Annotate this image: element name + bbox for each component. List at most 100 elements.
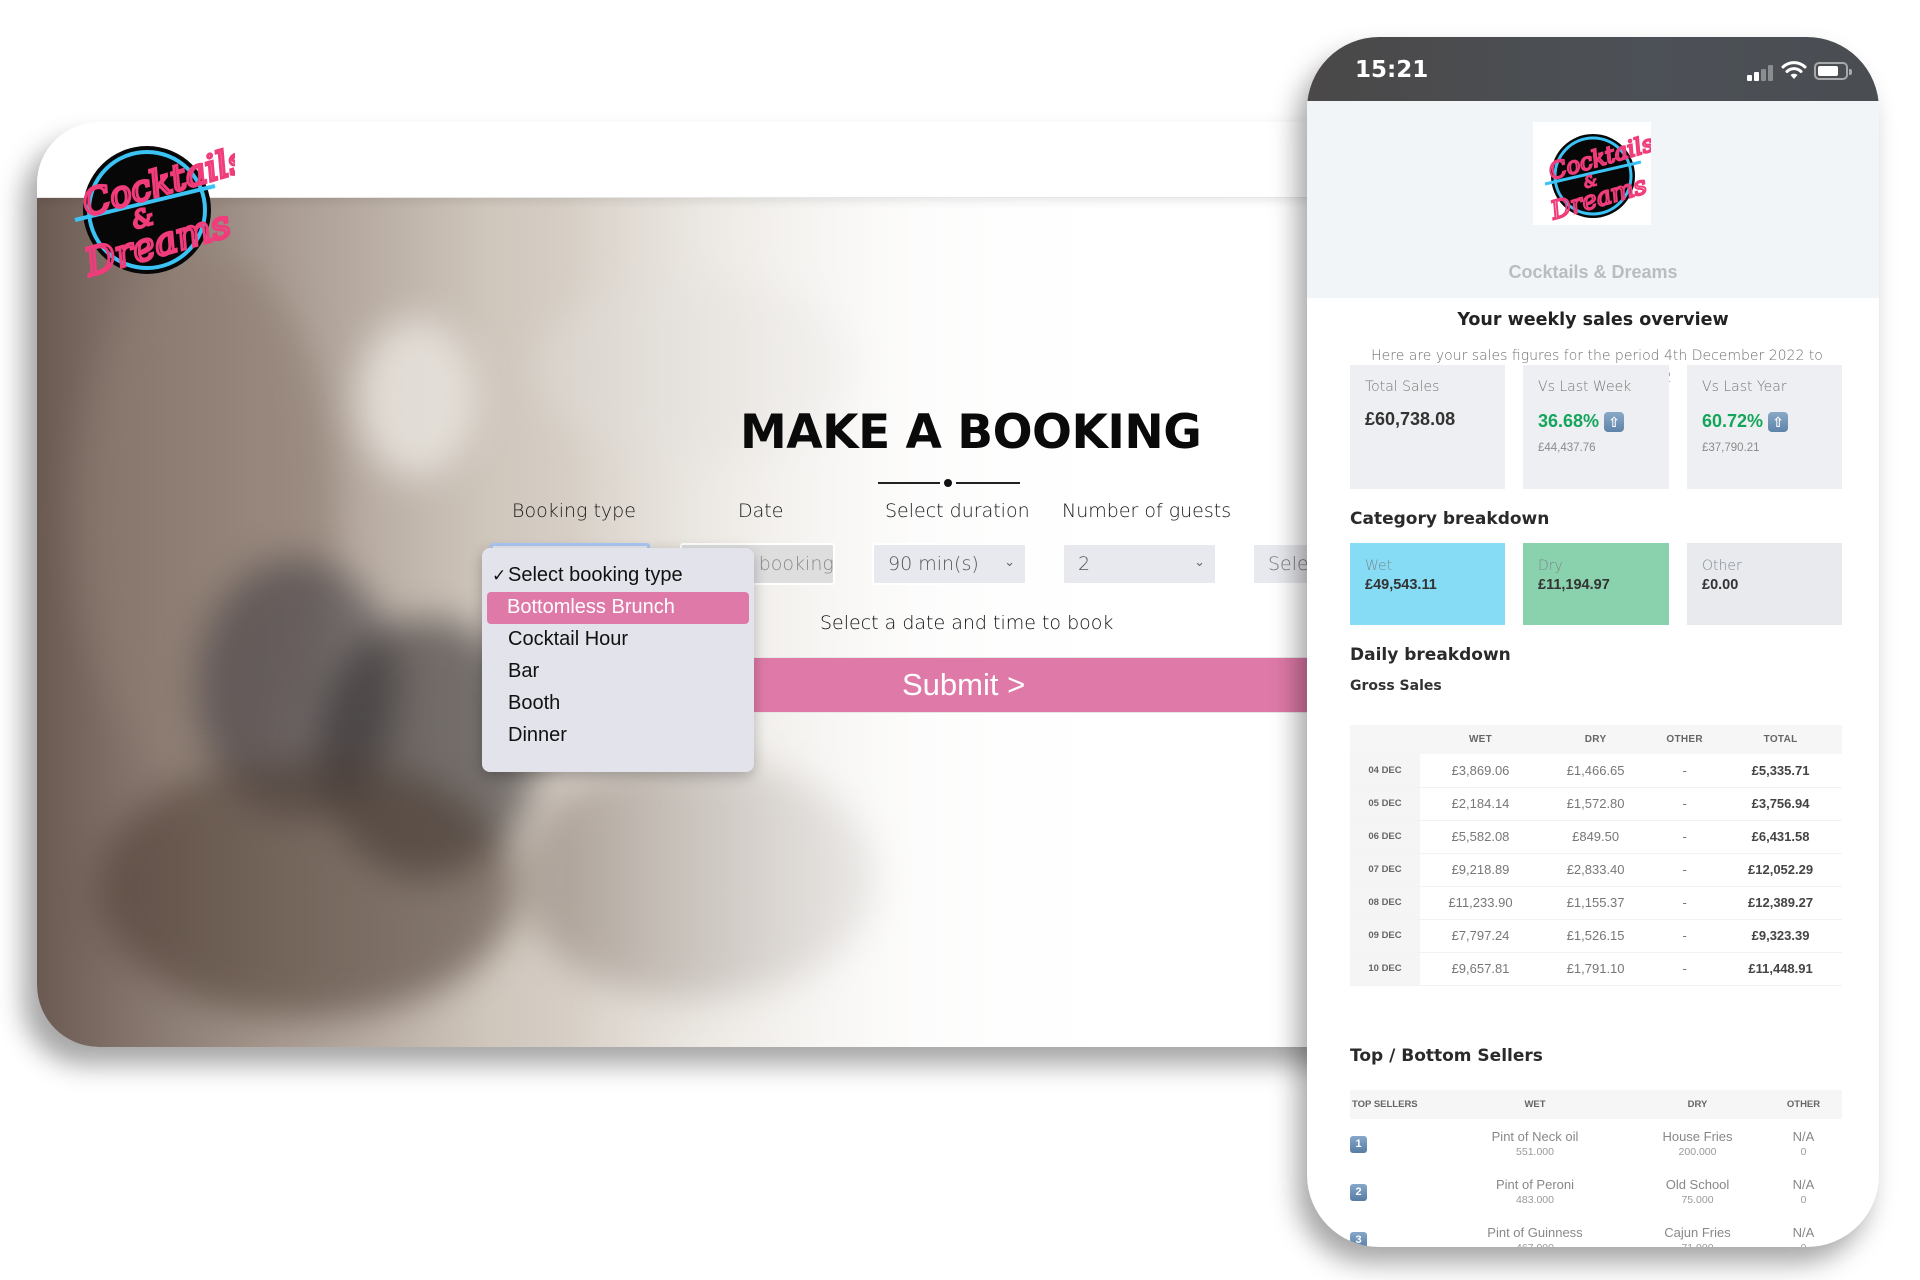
dropdown-option[interactable]: Booth (482, 688, 754, 720)
cell-other: N/A0 (1765, 1215, 1842, 1248)
cell-other: N/A0 (1765, 1167, 1842, 1215)
table-row: 06 DEC £5,582.08 £849.50- £6,431.58 (1350, 820, 1842, 854)
dropdown-option[interactable]: ✓Select booking type (482, 560, 754, 592)
submit-label: Submit > (902, 667, 1026, 702)
guests-select[interactable]: 2 ⌄ (1062, 543, 1217, 585)
dropdown-option[interactable]: Bar (482, 656, 754, 688)
cell-other: - (1650, 787, 1720, 821)
category-other: Other £0.00 (1687, 543, 1842, 625)
booking-type-dropdown[interactable]: ✓Select booking type Bottomless Brunch C… (482, 548, 754, 772)
row-date: 08 DEC (1350, 886, 1420, 920)
item-name: Pint of Neck oil (1491, 1128, 1579, 1144)
table-row: 05 DEC £2,184.14 £1,572.80- £3,756.94 (1350, 787, 1842, 821)
cell-other: - (1650, 886, 1720, 920)
item-name: Pint of Peroni (1495, 1176, 1575, 1192)
column-header: TOP SELLERS (1350, 1090, 1440, 1119)
cell-wet: £7,797.24 (1420, 919, 1542, 953)
cell-total: £12,052.29 (1719, 853, 1842, 887)
column-header: OTHER (1765, 1090, 1842, 1119)
option-label: Dinner (508, 724, 567, 746)
duration-label: Select duration (885, 500, 1030, 522)
category-value: £49,543.11 (1365, 577, 1437, 593)
kpi-comparison: £44,437.76 (1538, 442, 1596, 454)
cell-dry: House Fries 200.000 (1630, 1119, 1765, 1167)
cell-wet: £5,582.08 (1420, 820, 1542, 854)
dropdown-option[interactable]: Bottomless Brunch (487, 592, 749, 624)
battery-icon (1814, 62, 1852, 80)
brand-logo: Cocktails & Dreams (1533, 122, 1651, 225)
cell-wet: Pint of Peroni 483.000 (1440, 1167, 1630, 1215)
row-date: 09 DEC (1350, 919, 1420, 953)
cell-dry: Cajun Fries 71.000 (1630, 1215, 1765, 1248)
table-row: 08 DEC £11,233.90 £1,155.37- £12,389.27 (1350, 886, 1842, 920)
cell-dry: £2,833.40 (1541, 853, 1651, 887)
option-label: Booth (508, 692, 561, 714)
cell-other: - (1650, 820, 1720, 854)
option-label: Bottomless Brunch (507, 596, 675, 618)
item-quantity: 483.000 (1516, 1193, 1554, 1206)
column-header: OTHER (1650, 725, 1720, 754)
cell-wet: Pint of Neck oil 551.000 (1440, 1119, 1630, 1167)
row-date: 04 DEC (1350, 754, 1420, 788)
chevron-down-icon: ⌄ (1194, 555, 1205, 570)
table-row: 3 Pint of Guinness 467.000 Cajun Fries 71.00… (1350, 1215, 1842, 1247)
brand-logo[interactable]: Cocktails & Dreams (55, 122, 235, 290)
item-name: Pint of Guinness (1487, 1224, 1583, 1240)
item-quantity: 551.000 (1516, 1145, 1554, 1158)
cell-dry: £1,466.65 (1541, 754, 1651, 788)
guests-value: 2 (1078, 553, 1091, 575)
duration-select[interactable]: 90 min(s) ⌄ (872, 543, 1027, 585)
arrow-up-icon: ⇧ (1604, 411, 1625, 432)
dropdown-option[interactable]: Dinner (482, 720, 754, 752)
table-row: 09 DEC £7,797.24 £1,526.15- £9,323.39 (1350, 919, 1842, 953)
rank-number-icon: 1 (1350, 1135, 1367, 1153)
cell-wet: £9,218.89 (1420, 853, 1542, 887)
booking-website: Cocktails & Dreams MAKE A BOOKING Bookin… (37, 122, 1367, 1047)
table-header-row: WET DRY OTHER TOTAL (1350, 725, 1842, 754)
category-label: Other (1702, 558, 1742, 574)
title-divider (878, 479, 1020, 487)
cell-other: - (1650, 919, 1720, 953)
rank-cell: 1 (1350, 1119, 1440, 1167)
rank-number-icon: 3 (1350, 1231, 1367, 1247)
item-quantity: 0 (1800, 1145, 1807, 1158)
row-date: 10 DEC (1350, 952, 1420, 986)
table-row: 1 Pint of Neck oil 551.000 House Fries 200.0… (1350, 1119, 1842, 1167)
chevron-down-icon: ⌄ (1004, 555, 1015, 570)
report-title: Your weekly sales overview (1457, 310, 1729, 330)
cell-dry: £849.50 (1541, 820, 1651, 854)
kpi-value: £60,738.08 (1365, 409, 1456, 429)
table-row: 10 DEC £9,657.81 £1,791.10- £11,448.91 (1350, 952, 1842, 986)
cell-wet: Pint of Guinness 467.000 (1440, 1215, 1630, 1248)
cell-wet: £11,233.90 (1420, 886, 1542, 920)
rank-cell: 3 (1350, 1215, 1440, 1247)
column-header: DRY (1630, 1090, 1765, 1119)
status-message: Select a date and time to book (820, 612, 1114, 634)
category-value: £11,194.97 (1538, 577, 1610, 593)
daily-breakdown-table: WET DRY OTHER TOTAL 04 DEC £3,869.06 £1,46… (1350, 725, 1842, 986)
category-value: £0.00 (1702, 577, 1739, 593)
column-header: DRY (1541, 725, 1651, 754)
cell-other: N/A0 (1765, 1119, 1842, 1167)
item-name: Old School (1665, 1176, 1730, 1192)
item-name: N/A (1792, 1224, 1815, 1240)
rank-number-icon: 2 (1350, 1183, 1367, 1201)
category-label: Wet (1365, 558, 1393, 574)
category-wet: Wet £49,543.11 (1350, 543, 1505, 625)
cell-dry: £1,155.37 (1541, 886, 1651, 920)
row-date: 06 DEC (1350, 820, 1420, 854)
daily-subtitle: Gross Sales (1350, 678, 1442, 694)
row-date: 07 DEC (1350, 853, 1420, 887)
item-quantity: 0 (1800, 1193, 1807, 1206)
column-header (1350, 725, 1420, 754)
kpi-label: Total Sales (1365, 379, 1440, 395)
item-quantity: 200.000 (1678, 1145, 1717, 1158)
clock: 15:21 (1355, 57, 1429, 83)
submit-button[interactable]: Submit > (752, 657, 1367, 713)
column-header: WET (1420, 725, 1542, 754)
site-header (37, 122, 1367, 198)
kpi-label: Vs Last Week (1538, 379, 1632, 395)
dropdown-option[interactable]: Cocktail Hour (482, 624, 754, 656)
cell-other: - (1650, 952, 1720, 986)
status-bar: 15:21 (1307, 37, 1879, 101)
